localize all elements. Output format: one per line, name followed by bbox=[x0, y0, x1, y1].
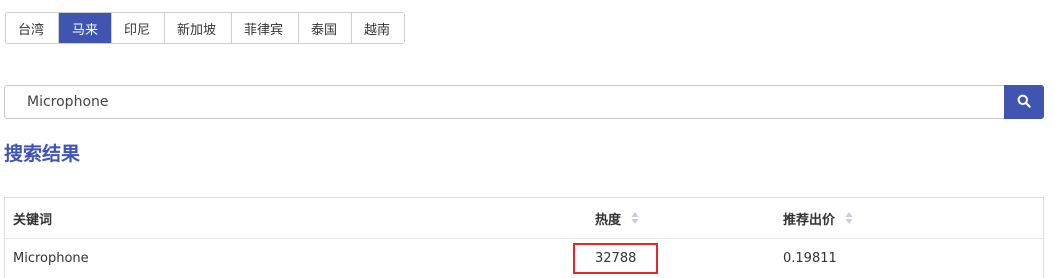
column-header-label: 关键词 bbox=[13, 212, 53, 228]
sort-icon[interactable] bbox=[845, 211, 853, 225]
table-header-row: 关键词 热度 推荐出价 bbox=[5, 198, 1043, 239]
sort-icon[interactable] bbox=[631, 211, 639, 225]
search-button[interactable] bbox=[1004, 85, 1044, 119]
tab-philippines[interactable]: 菲律宾 bbox=[232, 13, 299, 43]
country-tabs: 台湾 马来 印尼 新加坡 菲律宾 泰国 越南 bbox=[5, 12, 405, 44]
keyword-value: Microphone bbox=[13, 251, 89, 266]
search-bar bbox=[4, 85, 1044, 119]
column-header-label: 推荐出价 bbox=[783, 212, 836, 228]
column-header-heat[interactable]: 热度 bbox=[587, 209, 775, 228]
tab-malaysia[interactable]: 马来 bbox=[59, 13, 112, 43]
heat-value: 32788 bbox=[573, 243, 659, 274]
page: 台湾 马来 印尼 新加坡 菲律宾 泰国 越南 搜索结果 关键词 热度 bbox=[0, 0, 1055, 278]
tab-indonesia[interactable]: 印尼 bbox=[112, 13, 165, 43]
bid-cell: 0.19811 bbox=[775, 251, 1043, 266]
heat-cell: 32788 bbox=[573, 243, 775, 274]
tab-taiwan[interactable]: 台湾 bbox=[6, 13, 59, 43]
column-header-bid[interactable]: 推荐出价 bbox=[775, 209, 1043, 228]
table-row: Microphone 32788 0.19811 bbox=[5, 239, 1043, 278]
search-input[interactable] bbox=[4, 85, 1004, 119]
column-header-label: 热度 bbox=[595, 212, 622, 228]
tab-vietnam[interactable]: 越南 bbox=[352, 13, 404, 43]
keyword-cell: Microphone bbox=[5, 251, 587, 266]
results-table: 关键词 热度 推荐出价 Microphone 32788 0.19811 bbox=[4, 197, 1044, 278]
results-title: 搜索结果 bbox=[4, 143, 81, 165]
search-icon bbox=[1017, 93, 1031, 112]
column-header-keyword: 关键词 bbox=[5, 209, 587, 228]
tab-singapore[interactable]: 新加坡 bbox=[165, 13, 232, 43]
tab-thailand[interactable]: 泰国 bbox=[299, 13, 352, 43]
bid-value: 0.19811 bbox=[783, 251, 837, 266]
